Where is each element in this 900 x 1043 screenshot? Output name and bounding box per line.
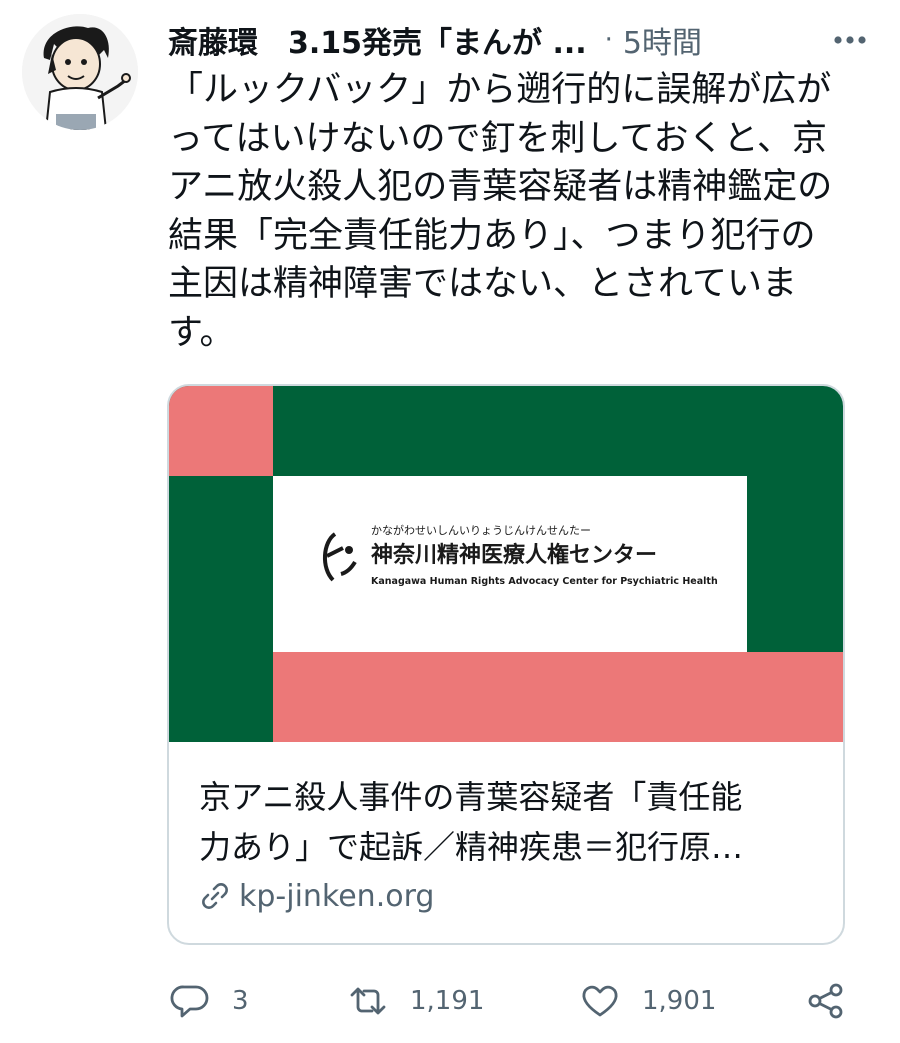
tweet-text-line: ってはいけないので釘を刺しておくと、京	[168, 118, 828, 159]
separator-dot: ·	[604, 25, 613, 55]
reply-count: 3	[232, 986, 249, 1016]
more-dots-icon[interactable]	[830, 22, 870, 58]
tweet-time[interactable]: 5時間	[623, 18, 702, 62]
link-icon	[202, 883, 228, 909]
card-title-line: 京アニ殺人事件の青葉容疑者「責任能	[199, 778, 743, 816]
card-domain-text: kp-jinken.org	[239, 878, 435, 914]
logo-furigana: かながわせいしんいりょうじんけんせんたー	[371, 523, 591, 537]
tweet-text: 「ルックバック」から遡行的に誤解が広が ってはいけないので釘を刺しておくと、京 …	[168, 66, 858, 357]
reply-button[interactable]: 3	[170, 976, 249, 1026]
tweet-text-line: アニ放火殺人犯の青葉容疑者は精神鑑定の	[168, 167, 833, 207]
card-title[interactable]: 京アニ殺人事件の青葉容疑者「責任能 力あり」で起訴／精神疾患＝犯行原…	[199, 772, 819, 872]
tweet-text-line: す。	[168, 312, 235, 353]
logo-name-en: Kanagawa Human Rights Advocacy Center fo…	[371, 576, 718, 587]
action-bar: 3 1,191 1,901	[160, 976, 880, 1026]
tweet-header: 斎藤環 3.15発売「まんが ... · 5時間	[168, 18, 880, 62]
share-icon	[808, 983, 843, 1019]
tweet-text-line: 「ルックバック」から遡行的に誤解が広が	[168, 70, 832, 110]
like-count: 1,901	[642, 986, 717, 1016]
tweet-text-line: 主因は精神障害ではない、とされていま	[168, 264, 797, 304]
like-button[interactable]: 1,901	[580, 976, 716, 1026]
retweet-icon	[350, 987, 386, 1015]
link-card[interactable]: かながわせいしんいりょうじんけんせんたー 神奈川精神医療人権センター Kanag…	[167, 384, 845, 945]
logo-name-ja: 神奈川精神医療人権センター	[371, 542, 657, 568]
card-title-line: 力あり」で起訴／精神疾患＝犯行原…	[199, 828, 744, 866]
reply-icon	[170, 985, 209, 1018]
tweet-text-line: 結果「完全責任能力あり」、つまり犯行の	[168, 215, 816, 256]
heart-icon	[582, 985, 618, 1017]
retweet-button[interactable]: 1,191	[348, 976, 484, 1026]
cartoon-man-avatar-icon	[22, 14, 138, 130]
retweet-count: 1,191	[410, 986, 485, 1016]
author-name[interactable]: 斎藤環 3.15発売「まんが ...	[168, 18, 587, 62]
avatar[interactable]	[22, 14, 138, 130]
share-button[interactable]	[806, 976, 846, 1026]
card-domain: kp-jinken.org	[199, 876, 434, 916]
card-image: かながわせいしんいりょうじんけんせんたー 神奈川精神医療人権センター Kanag…	[169, 386, 843, 742]
